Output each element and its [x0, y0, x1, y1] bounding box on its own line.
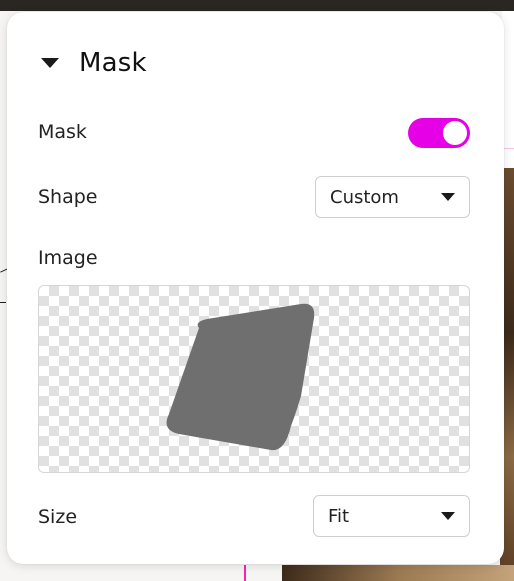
- canvas-selection-edge: [244, 565, 246, 581]
- mask-section-header[interactable]: Mask: [41, 48, 147, 78]
- canvas-image-bottom: [282, 565, 514, 581]
- shape-label: Shape: [38, 186, 98, 208]
- mask-panel: Mask Mask Shape Custom Image Size Fit: [7, 12, 504, 564]
- mask-toggle[interactable]: [408, 118, 470, 148]
- image-label: Image: [38, 247, 98, 269]
- shape-select[interactable]: Custom: [315, 176, 470, 218]
- mask-shape-graphic: [166, 303, 315, 451]
- toggle-knob: [443, 121, 467, 145]
- size-select-value: Fit: [328, 505, 350, 527]
- size-select[interactable]: Fit: [313, 495, 470, 537]
- section-title: Mask: [79, 48, 147, 78]
- canvas-top-edge: [0, 0, 514, 11]
- chevron-down-icon: [441, 512, 455, 520]
- shape-select-value: Custom: [330, 186, 399, 208]
- canvas-line: [0, 302, 6, 303]
- mask-image-preview[interactable]: [38, 285, 470, 473]
- mask-label: Mask: [38, 121, 87, 143]
- size-label: Size: [38, 506, 78, 528]
- caret-down-icon[interactable]: [41, 58, 59, 68]
- chevron-down-icon: [441, 193, 455, 201]
